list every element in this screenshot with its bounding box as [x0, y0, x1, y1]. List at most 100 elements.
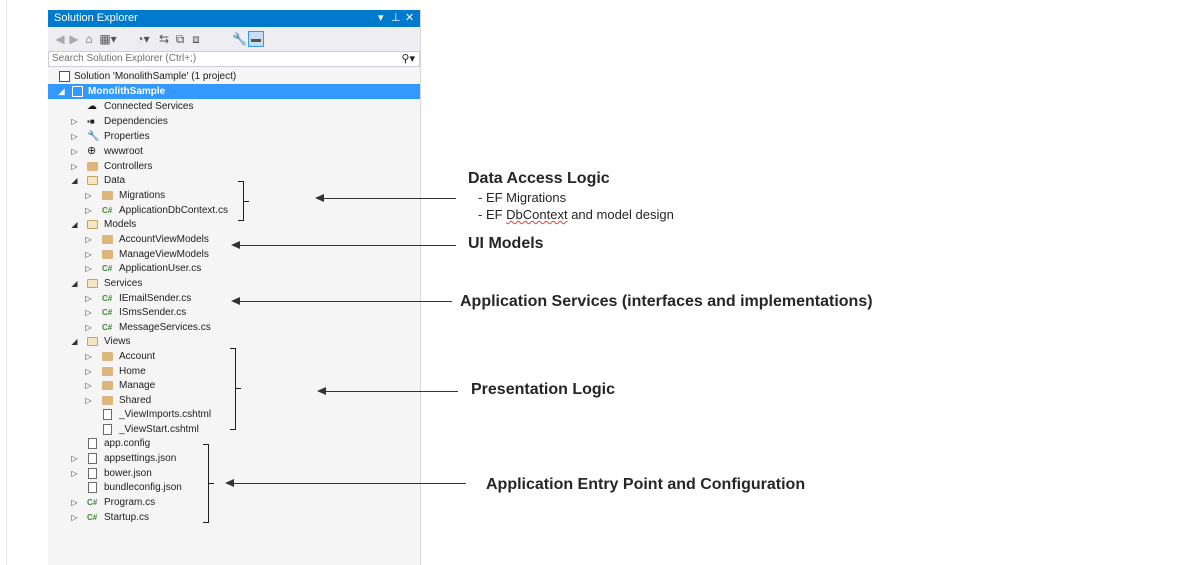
folder-open-icon — [87, 337, 98, 346]
data-access-line2: - EF DbContext and model design — [478, 207, 674, 222]
solution-explorer-panel: Solution Explorer ▾ ⊥ ✕ ◀ ▶ ⌂ ▦▾ ◔▾ ⇆ ⧉ … — [48, 10, 421, 565]
tree-item[interactable]: ▷ C# MessageServices.cs — [48, 320, 420, 335]
models-arrow-line — [238, 245, 456, 246]
solution-icon — [59, 71, 70, 82]
config-icon — [88, 438, 97, 449]
csharp-icon: C# — [102, 323, 113, 332]
back-icon[interactable]: ◀ — [54, 31, 66, 47]
ui-models-title: UI Models — [468, 235, 544, 252]
pin-icon[interactable]: ⊥ — [391, 10, 401, 27]
views-arrow-head-icon — [317, 387, 326, 395]
models-arrow-head-icon — [231, 241, 240, 249]
collapsed-arrow-icon[interactable]: ▷ — [84, 393, 93, 408]
collapsed-arrow-icon[interactable]: ▷ — [70, 510, 79, 525]
collapsed-arrow-icon[interactable]: ▷ — [84, 261, 93, 276]
dropdown-icon[interactable]: ▾ — [378, 10, 384, 27]
tree-item[interactable]: app.config — [48, 436, 420, 451]
json-icon — [88, 453, 97, 464]
presentation-title: Presentation Logic — [471, 381, 616, 398]
collapsed-arrow-icon[interactable]: ▷ — [70, 466, 79, 481]
home-icon[interactable]: ⌂ — [83, 31, 95, 47]
csharp-icon: C# — [102, 294, 113, 303]
collapsed-arrow-icon[interactable]: ▷ — [70, 451, 79, 466]
collapsed-arrow-icon[interactable]: ▷ — [70, 114, 79, 129]
page-left-border — [6, 0, 7, 565]
tree-item[interactable]: ▷ ⊕ wwwroot — [48, 144, 420, 159]
collapsed-arrow-icon[interactable]: ▷ — [70, 129, 79, 144]
project-icon — [72, 86, 83, 97]
tree-item[interactable]: ▷ ▪■ Dependencies — [48, 114, 420, 129]
views-bracket — [230, 348, 236, 430]
folder-icon — [102, 250, 113, 259]
folder-icon — [102, 352, 113, 361]
collapsed-arrow-icon[interactable]: ▷ — [84, 188, 93, 203]
services-arrow-line — [238, 301, 452, 302]
tree-item[interactable]: ▷ C# ApplicationUser.cs — [48, 261, 420, 276]
history-icon[interactable]: ◔▾ — [133, 31, 153, 47]
entry-bracket-tick — [209, 483, 214, 484]
tree-item[interactable]: ▷ C# ISmsSender.cs — [48, 305, 420, 320]
folder-open-icon — [87, 279, 98, 288]
tree-item[interactable]: ◢ Data — [48, 173, 420, 188]
collapsed-arrow-icon[interactable]: ▷ — [84, 247, 93, 262]
forward-icon[interactable]: ▶ — [68, 31, 80, 47]
expand-arrow-icon[interactable]: ◢ — [57, 84, 66, 99]
tree-item[interactable]: ◢ Models — [48, 217, 420, 232]
tree-item-solution[interactable]: Solution 'MonolithSample' (1 project) — [48, 69, 420, 84]
tree-item[interactable]: ▷ C# ApplicationDbContext.cs — [48, 203, 420, 218]
views-bracket-tick — [236, 388, 241, 389]
tree-item[interactable]: ▷ 🔧 Properties — [48, 129, 420, 144]
collapsed-arrow-icon[interactable]: ▷ — [84, 305, 93, 320]
collapsed-arrow-icon[interactable]: ▷ — [70, 144, 79, 159]
search-box[interactable]: Search Solution Explorer (Ctrl+;) ⚲▾ — [48, 51, 420, 67]
properties-icon[interactable]: 🔧 — [232, 31, 247, 47]
collapsed-arrow-icon[interactable]: ▷ — [70, 495, 79, 510]
services-arrow-head-icon — [231, 297, 240, 305]
expand-arrow-icon[interactable]: ◢ — [70, 173, 79, 188]
csharp-icon: C# — [87, 513, 98, 522]
panel-toolbar: ◀ ▶ ⌂ ▦▾ ◔▾ ⇆ ⧉ ⧈ 🔧 ▬ — [48, 27, 420, 51]
expand-arrow-icon[interactable]: ◢ — [70, 276, 79, 291]
show-all-files-icon[interactable]: ⧈ — [190, 31, 202, 47]
csharp-icon: C# — [102, 264, 113, 273]
expand-arrow-icon[interactable]: ◢ — [70, 217, 79, 232]
tree-item[interactable]: ▷ bower.json — [48, 466, 420, 481]
switch-views-icon[interactable]: ▦▾ — [98, 31, 118, 47]
close-icon[interactable]: ✕ — [405, 10, 414, 27]
collapsed-arrow-icon[interactable]: ▷ — [84, 203, 93, 218]
panel-titlebar: Solution Explorer ▾ ⊥ ✕ — [48, 10, 420, 27]
collapsed-arrow-icon[interactable]: ▷ — [84, 291, 93, 306]
collapsed-arrow-icon[interactable]: ▷ — [84, 232, 93, 247]
tree-item[interactable]: ☁ Connected Services — [48, 99, 420, 114]
data-access-line1: - EF Migrations — [478, 190, 567, 205]
sync-icon[interactable]: ⇆ — [158, 31, 170, 47]
json-icon — [88, 482, 97, 493]
data-arrow-line — [322, 198, 456, 199]
tree-item[interactable]: ▷ Controllers — [48, 159, 420, 174]
expand-arrow-icon[interactable]: ◢ — [70, 334, 79, 349]
tree-item[interactable]: ◢ Services — [48, 276, 420, 291]
collapsed-arrow-icon[interactable]: ▷ — [84, 320, 93, 335]
csharp-icon: C# — [87, 498, 98, 507]
dependencies-icon: ▪■ — [87, 117, 95, 126]
tree-item[interactable]: ▷ ManageViewModels — [48, 247, 420, 262]
collapse-all-icon[interactable]: ⧉ — [174, 31, 186, 47]
folder-icon — [102, 191, 113, 200]
wrench-icon: 🔧 — [87, 131, 100, 142]
tree-item[interactable]: ▷ C# Program.cs — [48, 495, 420, 510]
tree-item[interactable]: ◢ Views — [48, 334, 420, 349]
tree-item[interactable]: ▷ C# Startup.cs — [48, 510, 420, 525]
search-icon[interactable]: ⚲▾ — [401, 52, 415, 66]
collapsed-arrow-icon[interactable]: ▷ — [84, 349, 93, 364]
json-icon — [88, 468, 97, 479]
data-bracket-tick — [244, 201, 249, 202]
search-input[interactable]: Search Solution Explorer (Ctrl+;) — [52, 52, 196, 66]
tree-item-project[interactable]: ◢ MonolithSample — [48, 84, 420, 99]
tree-item[interactable]: ▷ Migrations — [48, 188, 420, 203]
preview-icon[interactable]: ▬ — [248, 31, 264, 47]
collapsed-arrow-icon[interactable]: ▷ — [70, 159, 79, 174]
folder-icon — [102, 381, 113, 390]
collapsed-arrow-icon[interactable]: ▷ — [84, 364, 93, 379]
collapsed-arrow-icon[interactable]: ▷ — [84, 378, 93, 393]
tree-item[interactable]: ▷ appsettings.json — [48, 451, 420, 466]
